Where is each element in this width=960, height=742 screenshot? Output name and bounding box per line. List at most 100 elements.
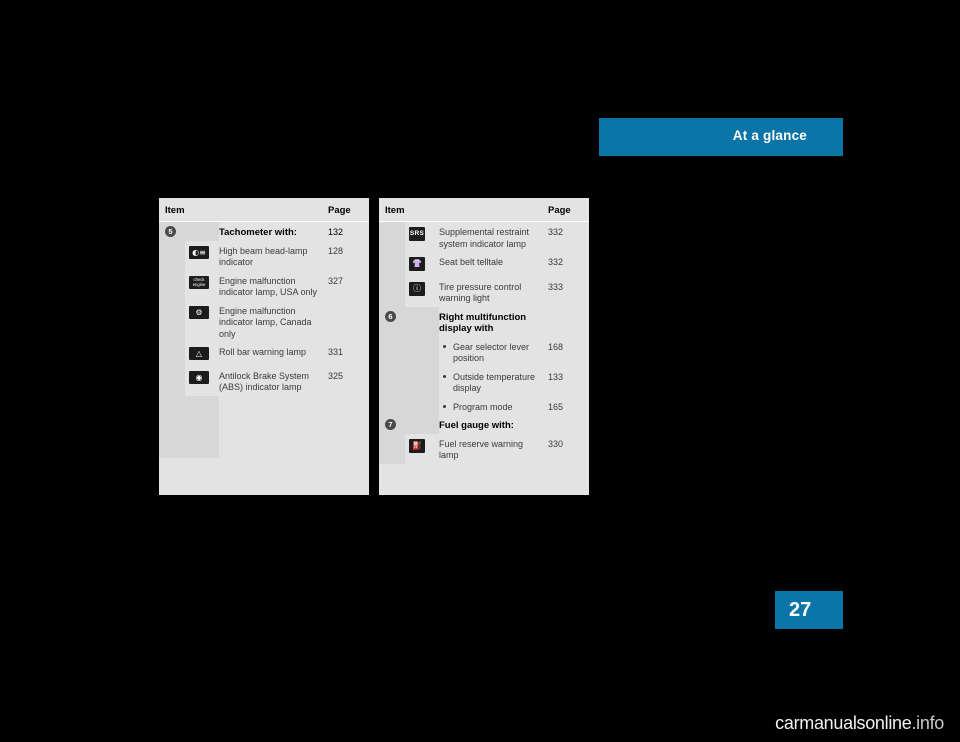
item-number xyxy=(159,300,185,343)
bullet-icon xyxy=(443,404,446,408)
circled-number-6: 6 xyxy=(385,310,396,322)
table-row: ◉ Antilock Brake System (ABS) indicator … xyxy=(159,365,369,396)
item-label: Fuel reserve warning lamp xyxy=(439,438,524,461)
legend-table-right: Item Page SRS Supplemental restraint sys… xyxy=(379,198,589,495)
icon-cell: ◐≡ xyxy=(185,241,219,271)
icon-cell: SRS xyxy=(405,222,439,253)
tire-pressure-icon: ⓘ xyxy=(409,281,425,296)
seat-belt-icon: 👚 xyxy=(409,257,425,271)
table-row: 6 Right multifunction display with xyxy=(379,306,589,337)
table-row: SRS Supplemental restraint system indica… xyxy=(379,221,589,253)
page-title: At a glance xyxy=(732,128,807,143)
icon-cell: ⛽ xyxy=(405,434,439,464)
abs-icon: ◉ xyxy=(189,370,209,384)
table-row: 7 Fuel gauge with: xyxy=(379,415,589,434)
item-label-text: Gear selector lever position xyxy=(453,341,530,364)
high-beam-icon: ◐≡ xyxy=(189,245,209,259)
page-number: 27 xyxy=(789,599,812,621)
icon-cell xyxy=(405,396,439,415)
icon-cell xyxy=(405,306,439,337)
icon-cell xyxy=(185,221,219,241)
table-row: Gear selector lever position 168 xyxy=(379,336,589,367)
table-row: 👚 Seat belt telltale 332 xyxy=(379,252,589,277)
item-number xyxy=(159,365,185,396)
table-row: check engine Engine malfunction indicato… xyxy=(159,270,369,301)
item-label: Supplemental restraint system indicator … xyxy=(439,227,530,249)
item-number: 5 xyxy=(159,221,185,241)
page-ref xyxy=(545,415,589,434)
column-header-item: Item xyxy=(379,198,545,222)
table-row: ⓘ Tire pressure control warning light 33… xyxy=(379,276,589,307)
bullet-icon xyxy=(443,344,446,348)
watermark: carmanualsonline.info xyxy=(775,713,944,734)
item-number xyxy=(159,240,185,271)
table-header-row: Item Page xyxy=(379,198,589,222)
item-number: 7 xyxy=(379,415,405,434)
abs-glyph: ◉ xyxy=(195,372,203,382)
item-label-text: Outside temperature display xyxy=(453,371,536,394)
item-label: Engine malfunction indicator lamp, USA o… xyxy=(219,275,318,298)
page-ref: 333 xyxy=(548,281,564,292)
fuel-pump-glyph: ⛽ xyxy=(412,440,422,450)
circled-number-5: 5 xyxy=(165,226,176,237)
table-filler-row xyxy=(159,395,369,458)
high-beam-glyph: ◐≡ xyxy=(192,247,206,257)
roll-bar-icon: △ xyxy=(189,347,209,361)
fuel-reserve-icon: ⛽ xyxy=(409,438,425,453)
item-number: 6 xyxy=(379,306,405,337)
item-label: Engine malfunction indicator lamp, Canad… xyxy=(219,305,312,339)
page-ref: 132 xyxy=(328,227,344,237)
icon-cell xyxy=(405,336,439,367)
table-row: ⛽ Fuel reserve warning lamp 330 xyxy=(379,433,589,464)
page-ref: 128 xyxy=(328,245,344,256)
icon-cell xyxy=(405,415,439,434)
icon-cell: ⚙ xyxy=(185,301,219,343)
item-label: Gear selector lever position xyxy=(439,337,545,367)
page-ref: 133 xyxy=(548,371,564,382)
item-number xyxy=(379,276,405,307)
item-label: Roll bar warning lamp xyxy=(219,347,307,358)
item-label: Program mode xyxy=(439,397,545,416)
column-header-item: Item xyxy=(159,198,325,222)
srs-glyph: SRS xyxy=(409,230,425,237)
table-row: △ Roll bar warning lamp 331 xyxy=(159,342,369,366)
bullet-icon xyxy=(443,374,446,378)
engine-outline-glyph: ⚙ xyxy=(195,307,203,317)
check-engine-line-2: engine xyxy=(192,282,206,288)
table-row: 5 Tachometer with: 132 xyxy=(159,221,369,241)
check-engine-icon: check engine xyxy=(189,275,209,289)
watermark-main: carmanualsonline xyxy=(775,713,912,733)
icon-cell: ⓘ xyxy=(405,277,439,307)
page-ref: 330 xyxy=(548,438,564,449)
page-ref: 332 xyxy=(548,227,564,237)
item-label: Tachometer with: xyxy=(219,227,297,238)
item-number xyxy=(379,336,405,367)
watermark-suffix: .info xyxy=(911,713,944,733)
item-label: Outside temperature display xyxy=(439,367,545,397)
page-ref xyxy=(325,301,369,343)
icon-cell: 👚 xyxy=(405,252,439,277)
page-ref: 332 xyxy=(548,257,564,267)
table: Item Page 5 Tachometer with: 132 ◐≡ High… xyxy=(159,198,369,458)
icon-cell: ◉ xyxy=(185,366,219,396)
item-label: Tire pressure control warning light xyxy=(439,281,522,304)
circled-number-7: 7 xyxy=(385,419,396,430)
roll-bar-glyph: △ xyxy=(195,349,203,359)
item-number xyxy=(379,252,405,277)
item-number xyxy=(379,396,405,415)
item-label: Fuel gauge with: xyxy=(439,420,514,431)
item-label: Seat belt telltale xyxy=(439,257,504,267)
page-ref: 331 xyxy=(328,347,344,358)
item-number xyxy=(379,221,405,252)
item-label: Right multifunction display with xyxy=(439,311,527,335)
page-ref xyxy=(545,307,589,337)
table: Item Page SRS Supplemental restraint sys… xyxy=(379,198,589,464)
item-number xyxy=(159,270,185,301)
seat-belt-glyph: 👚 xyxy=(412,259,422,268)
table-row: Program mode 165 xyxy=(379,396,589,416)
page-ref: 327 xyxy=(328,275,344,286)
item-number xyxy=(379,366,405,397)
page-ref: 325 xyxy=(328,370,344,381)
item-number xyxy=(159,342,185,366)
table-header-row: Item Page xyxy=(159,198,369,222)
